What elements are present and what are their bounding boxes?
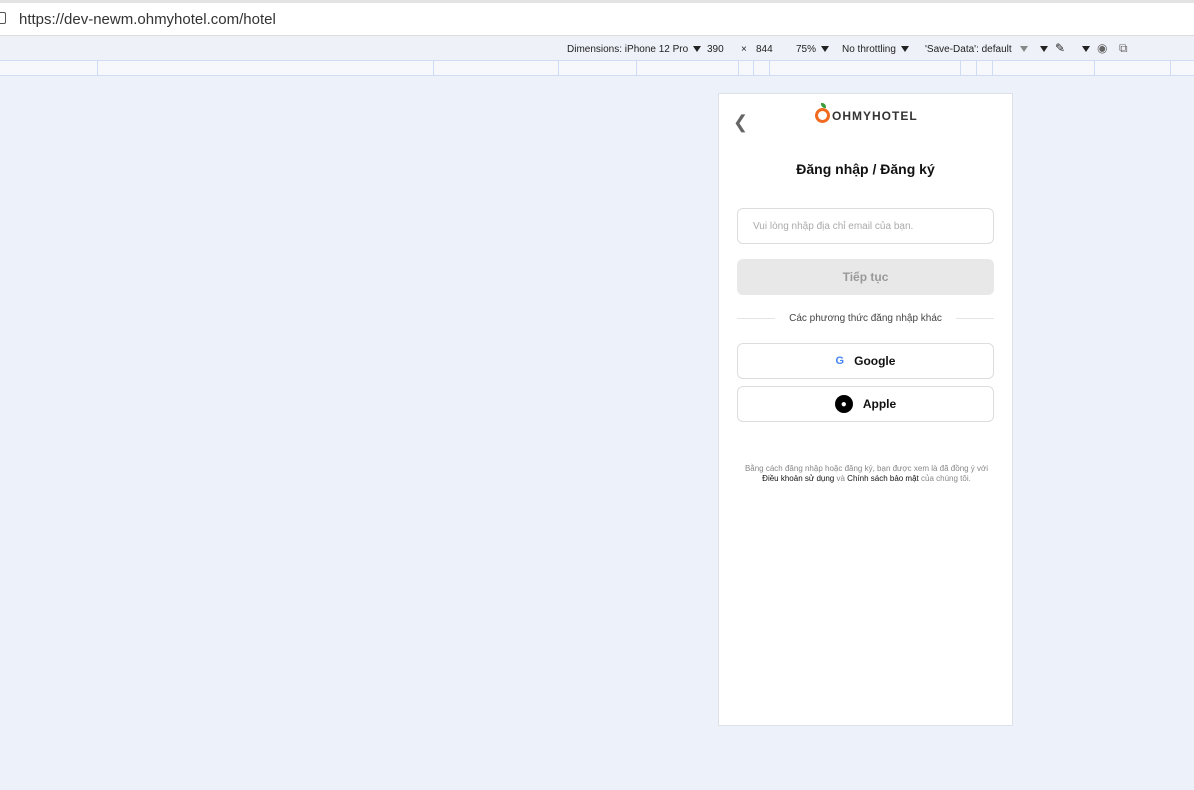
chevron-down-icon: [693, 46, 702, 52]
ohmyhotel-logo[interactable]: OHMYHOTEL: [815, 103, 918, 123]
terms-prefix: Bằng cách đăng nhập hoặc đăng ký, bạn đư…: [744, 464, 989, 473]
chevron-down-icon: [1040, 46, 1048, 52]
terms-notice: Bằng cách đăng nhập hoặc đăng ký, bạn đư…: [729, 464, 1004, 484]
email-input[interactable]: [737, 208, 994, 244]
logo-text: OHMYHOTEL: [832, 108, 918, 123]
apple-login-button[interactable]: ● Apple: [737, 386, 994, 422]
chevron-down-icon: [1019, 46, 1028, 52]
orange-logo-icon: [815, 103, 830, 123]
eyedropper-icon[interactable]: ✎: [1055, 41, 1065, 55]
throttling-select[interactable]: No throttling: [842, 44, 909, 55]
privacy-policy-link[interactable]: Chính sách bảo mật: [847, 474, 919, 483]
media-query-ruler[interactable]: [0, 60, 1194, 76]
url-text[interactable]: https://dev-newm.ohmyhotel.com/hotel: [19, 11, 276, 28]
apple-icon: ●: [834, 395, 853, 413]
rotate-icon[interactable]: ⧉: [1119, 41, 1128, 56]
times-label: ×: [741, 44, 747, 55]
zoom-select[interactable]: 75%: [796, 44, 830, 55]
mobile-viewport: ❮ OHMYHOTEL Đăng nhập / Đăng ký Tiếp tục…: [718, 93, 1013, 726]
google-icon: G: [835, 355, 845, 367]
eye-icon[interactable]: ◉: [1097, 41, 1107, 55]
site-info-icon[interactable]: [0, 12, 6, 24]
dimensions-label: Dimensions: iPhone 12 Pro: [567, 44, 689, 55]
width-input[interactable]: 390: [707, 44, 724, 55]
more-menu[interactable]: [1035, 44, 1048, 55]
divider-label: Các phương thức đăng nhập khác: [789, 313, 942, 324]
other-methods-divider: Các phương thức đăng nhập khác: [737, 313, 995, 324]
page-title: Đăng nhập / Đăng ký: [796, 161, 935, 177]
zoom-label: 75%: [796, 44, 817, 55]
terms-and: và: [836, 474, 845, 483]
address-bar[interactable]: https://dev-newm.ohmyhotel.com/hotel: [0, 0, 1194, 36]
google-login-button[interactable]: G Google: [737, 343, 994, 379]
chevron-down-icon: [821, 46, 830, 52]
google-label: Google: [854, 354, 896, 368]
more-menu-2[interactable]: [1077, 44, 1090, 55]
terms-suffix: của chúng tôi.: [921, 474, 971, 483]
continue-button[interactable]: Tiếp tục: [737, 259, 994, 295]
device-toolbar: Dimensions: iPhone 12 Pro 390 × 844 75% …: [0, 36, 1194, 60]
apple-label: Apple: [862, 397, 897, 411]
back-arrow-icon[interactable]: ❮: [733, 112, 748, 133]
height-input[interactable]: 844: [756, 44, 773, 55]
save-data-label: 'Save-Data': default: [925, 44, 1012, 55]
chevron-down-icon: [1082, 46, 1090, 52]
chevron-down-icon: [900, 46, 909, 52]
save-data-select[interactable]: 'Save-Data': default: [925, 44, 1028, 55]
terms-of-use-link[interactable]: Điều khoản sử dụng: [762, 474, 834, 483]
throttling-label: No throttling: [842, 44, 896, 55]
dimensions-select[interactable]: Dimensions: iPhone 12 Pro: [567, 44, 702, 55]
